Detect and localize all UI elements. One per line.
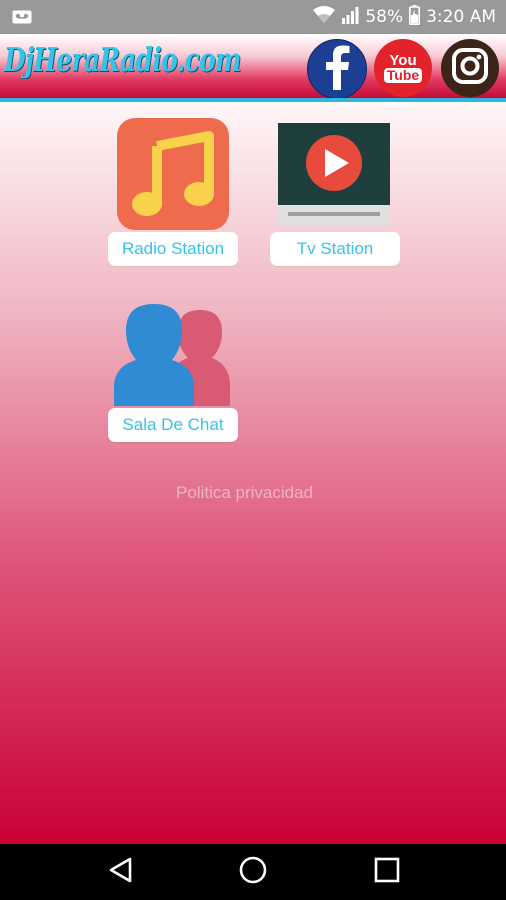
youtube-icon-text-bottom: Tube (383, 68, 423, 83)
battery-percent: 58% (365, 7, 404, 27)
chat-room-tile[interactable]: Sala De Chat (108, 300, 238, 442)
instagram-button[interactable] (441, 39, 499, 97)
radio-station-label: Radio Station (108, 232, 238, 266)
tv-station-tile[interactable]: Tv Station (270, 118, 400, 266)
tv-play-icon (278, 123, 390, 225)
status-right: 58% 3:20 AM (313, 0, 496, 34)
facebook-icon (322, 44, 352, 95)
back-triangle-icon (107, 856, 133, 889)
facebook-button[interactable] (307, 39, 367, 99)
youtube-icon: You Tube (383, 52, 423, 83)
users-icon (114, 300, 232, 408)
radio-station-tile[interactable]: Radio Station (108, 118, 238, 266)
app-logo: DjHeraRadio.com (4, 40, 242, 79)
voicemail-icon (12, 9, 32, 24)
main-content: Radio Station Tv Station Sala De Chat Po… (0, 102, 506, 844)
home-button[interactable] (235, 856, 271, 888)
battery-charging-icon (409, 4, 421, 30)
instagram-icon (452, 47, 488, 89)
privacy-policy-link[interactable]: Politica privacidad (176, 483, 313, 503)
chat-room-label: Sala De Chat (108, 408, 238, 442)
wifi-icon (313, 5, 336, 29)
youtube-button[interactable]: You Tube (374, 39, 432, 97)
navigation-bar (0, 844, 506, 900)
cell-signal-icon (341, 6, 359, 29)
status-bar: 58% 3:20 AM (0, 0, 506, 34)
app-header: DjHeraRadio.com You Tube (0, 34, 506, 102)
tv-station-label: Tv Station (270, 232, 400, 266)
recents-square-icon (373, 856, 401, 889)
home-circle-icon (238, 855, 268, 890)
music-note-icon (117, 118, 229, 230)
status-time: 3:20 AM (426, 7, 496, 27)
recents-button[interactable] (369, 856, 405, 888)
back-button[interactable] (102, 856, 138, 888)
youtube-icon-text-top: You (389, 52, 417, 69)
